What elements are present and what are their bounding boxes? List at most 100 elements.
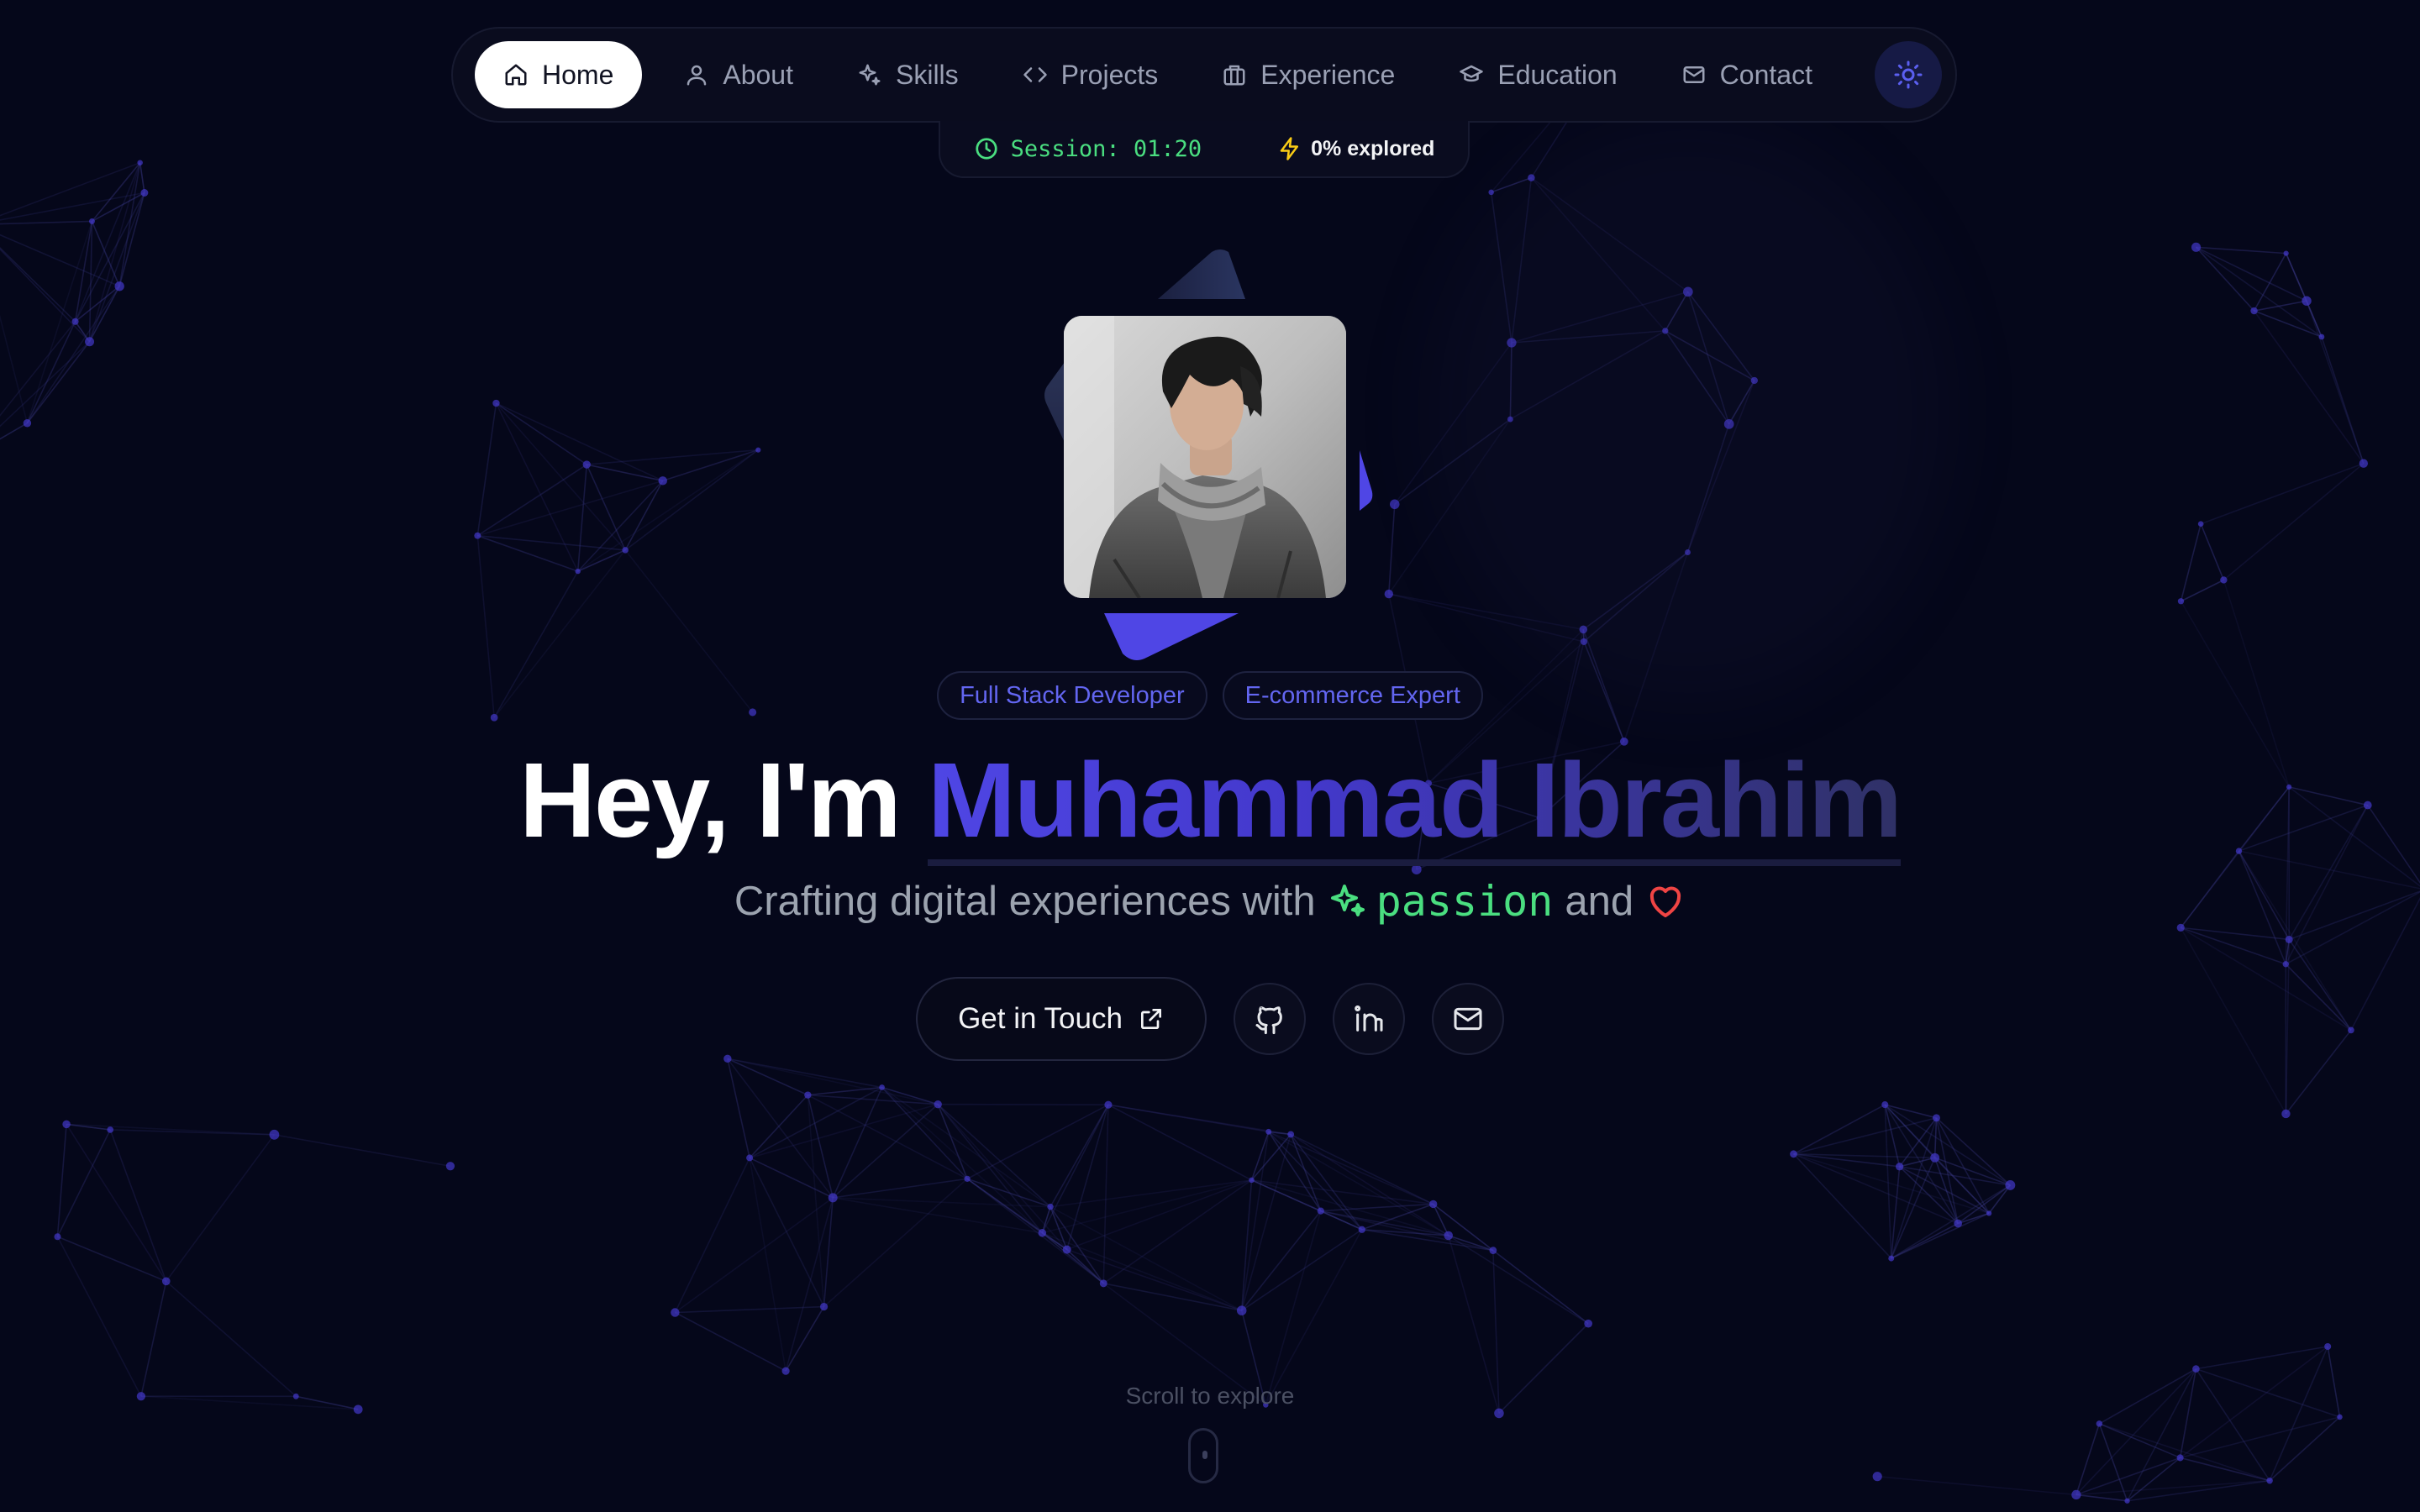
graduation-cap-icon <box>1460 65 1484 82</box>
mail-icon <box>1683 66 1705 83</box>
network-node <box>879 1084 885 1090</box>
network-node <box>2318 333 2325 340</box>
network-node <box>1287 1131 1295 1138</box>
code-icon <box>1023 67 1047 82</box>
network-node <box>1249 1177 1255 1184</box>
github-link[interactable] <box>1233 983 1306 1055</box>
network-node <box>1444 1231 1453 1241</box>
network-node <box>269 1129 280 1140</box>
network-node <box>1881 1101 1889 1109</box>
network-node <box>1358 1226 1365 1233</box>
clock-icon <box>975 138 997 160</box>
nav-label-projects: Projects <box>1060 59 1159 90</box>
sparkles-icon <box>859 64 881 86</box>
network-node <box>1428 1200 1438 1209</box>
network-node <box>804 1091 812 1099</box>
network-node <box>2250 307 2258 315</box>
network-node <box>54 1233 61 1241</box>
explored-text: 0% explored <box>1311 136 1435 160</box>
nav-item-projects[interactable]: Projects <box>994 41 1187 108</box>
user-icon <box>687 65 707 86</box>
nav-item-home[interactable]: Home <box>475 41 643 108</box>
network-node <box>2197 521 2204 528</box>
role-tags: Full Stack Developer E-commerce Expert <box>0 671 2420 720</box>
hero-headline: Hey, I'm Muhammad Ibrahim <box>0 739 2420 866</box>
nav-label-education: Education <box>1497 59 1618 90</box>
network-node <box>582 460 591 469</box>
nav-label-skills: Skills <box>895 59 959 90</box>
network-node <box>1888 1255 1895 1262</box>
profile-photo <box>1064 316 1346 598</box>
network-node <box>755 447 761 453</box>
network-node <box>88 218 95 224</box>
external-link-icon <box>1140 1009 1161 1029</box>
network-node <box>622 547 629 554</box>
network-node <box>2191 242 2202 252</box>
network-node <box>1104 1100 1113 1109</box>
network-node <box>828 1193 838 1203</box>
tag-ecommerce: E-commerce Expert <box>1222 671 1483 720</box>
network-node <box>746 1154 754 1162</box>
network-node <box>2337 1414 2343 1420</box>
network-node <box>114 281 124 291</box>
network-node <box>161 1277 171 1286</box>
network-node <box>474 532 481 539</box>
get-in-touch-button[interactable]: Get in Touch <box>916 977 1207 1061</box>
session-status-bar: Session: 01:20 0% explored <box>939 121 1470 178</box>
hero-name: Muhammad Ibrahim <box>927 741 1902 866</box>
network-node <box>2177 598 2185 605</box>
nav-item-education[interactable]: Education <box>1430 41 1645 108</box>
home-icon <box>505 64 527 86</box>
network-node <box>658 476 667 486</box>
network-node <box>671 1308 680 1317</box>
sun-icon <box>1894 60 1923 89</box>
network-node <box>2192 1365 2200 1373</box>
nav-item-experience[interactable]: Experience <box>1193 41 1423 108</box>
lightning-icon <box>1280 137 1299 160</box>
network-node <box>1236 1305 1247 1315</box>
network-node <box>1986 1210 1992 1216</box>
network-node <box>1488 189 1494 196</box>
network-node <box>1933 1114 1940 1122</box>
scroll-hint: Scroll to explore <box>1125 1383 1295 1409</box>
network-node <box>1930 1152 1940 1163</box>
network-node <box>445 1162 455 1171</box>
network-node <box>1489 1247 1497 1254</box>
network-node <box>2285 935 2293 943</box>
network-node <box>1896 1163 1904 1171</box>
email-link[interactable] <box>1431 983 1504 1055</box>
nav-item-skills[interactable]: Skills <box>829 41 987 108</box>
network-node <box>2282 961 2289 968</box>
network-node <box>1265 1128 1272 1135</box>
nav-item-about[interactable]: About <box>655 41 822 108</box>
network-node <box>137 160 143 165</box>
hero-tagline: Crafting digital experiences with passio… <box>0 877 2420 926</box>
linkedin-link[interactable] <box>1332 983 1405 1055</box>
network-node <box>71 318 79 325</box>
network-node <box>575 568 581 575</box>
nav-label-contact: Contact <box>1719 59 1812 90</box>
network-node <box>1494 1408 1504 1419</box>
explored-progress: 0% explored <box>1277 136 1434 161</box>
network-node <box>934 1100 942 1109</box>
linkedin-icon <box>1355 1005 1383 1032</box>
network-node <box>23 419 32 428</box>
network-node <box>1099 1279 1107 1288</box>
network-node <box>85 337 95 347</box>
network-node <box>1317 1207 1324 1215</box>
network-node <box>2220 576 2228 584</box>
nav-item-contact[interactable]: Contact <box>1653 41 1841 108</box>
network-node <box>819 1302 829 1311</box>
network-node <box>2096 1420 2103 1427</box>
network-node <box>1954 1219 1963 1228</box>
theme-toggle-button[interactable] <box>1875 41 1942 108</box>
network-node <box>2176 1454 2184 1462</box>
tagline-highlight: passion <box>1328 877 1553 926</box>
network-node <box>140 189 149 197</box>
person-photo <box>1064 316 1346 598</box>
network-node <box>2359 459 2369 468</box>
github-icon <box>1255 1006 1282 1035</box>
session-timer-text: Session: 01:20 <box>1010 135 1202 162</box>
hero-greeting: Hey, I'm <box>519 741 928 859</box>
network-node <box>1584 1319 1593 1328</box>
